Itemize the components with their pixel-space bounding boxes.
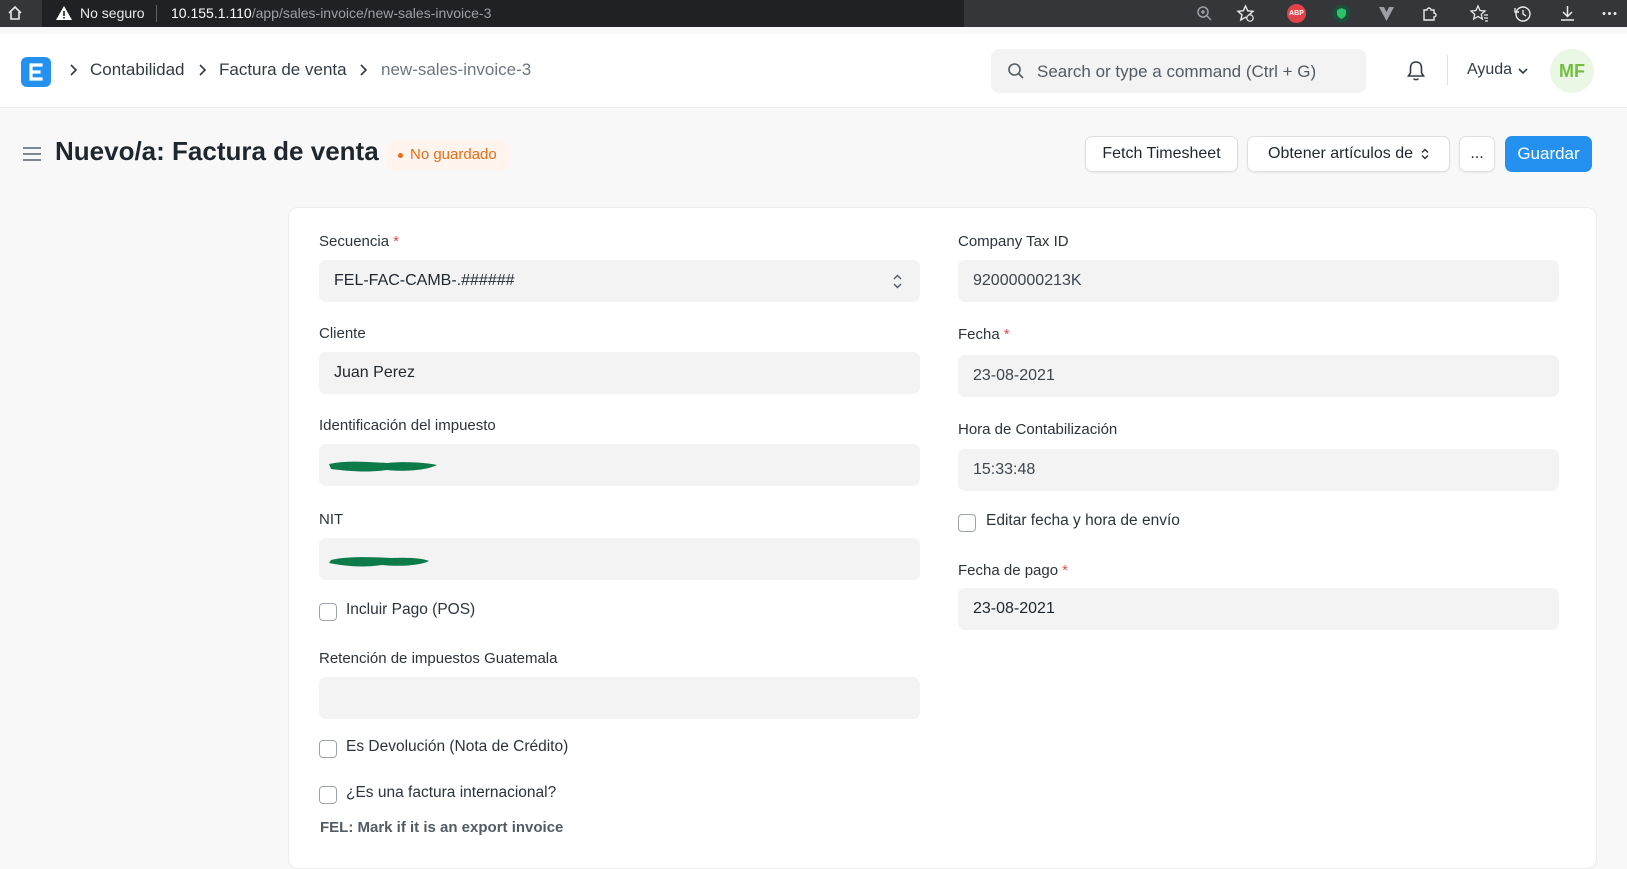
awesome-bar[interactable] <box>991 49 1366 93</box>
required-mark: * <box>1062 562 1068 579</box>
tax-id-field[interactable] <box>319 444 920 486</box>
redaction-mark <box>329 461 437 472</box>
secuencia-label-text: Secuencia <box>319 233 390 250</box>
retencion-field[interactable] <box>319 677 920 719</box>
required-mark: * <box>1003 326 1010 343</box>
favorites-icon[interactable] <box>1469 4 1489 23</box>
chevron-right-icon <box>199 64 207 76</box>
get-items-from-button[interactable]: Obtener artículos de <box>1247 136 1450 172</box>
address-divider <box>156 5 157 22</box>
secuencia-select[interactable]: FEL-FAC-CAMB-.###### <box>319 260 920 302</box>
factura-internacional-label[interactable]: ¿Es una factura internacional? <box>346 784 556 802</box>
es-devolucion-label[interactable]: Es Devolución (Nota de Crédito) <box>346 738 568 756</box>
cliente-label: Cliente <box>319 325 366 342</box>
zoom-icon[interactable] <box>1195 4 1214 23</box>
download-icon[interactable] <box>1558 4 1577 23</box>
sort-arrows-icon <box>1421 148 1429 160</box>
chevron-down-icon[interactable] <box>1517 66 1529 76</box>
breadcrumb-contabilidad[interactable]: Contabilidad <box>90 60 185 80</box>
hora-contabilizacion-field[interactable]: 15:33:48 <box>958 449 1559 491</box>
vue-extension-icon[interactable] <box>1377 4 1396 23</box>
notification-bell-icon[interactable] <box>1405 59 1427 83</box>
factura-internacional-checkbox[interactable] <box>319 786 337 804</box>
fecha-label-text: Fecha <box>958 326 1000 343</box>
home-icon[interactable] <box>6 4 24 22</box>
url-host: 10.155.1.110 <box>171 5 252 21</box>
chevron-right-icon <box>360 64 368 76</box>
hora-contabilizacion-label: Hora de Contabilización <box>958 421 1118 438</box>
warning-icon[interactable] <box>55 4 73 22</box>
nit-field[interactable] <box>319 538 920 580</box>
security-label[interactable]: No seguro <box>80 5 145 21</box>
fecha-pago-field[interactable]: 23-08-2021 <box>958 588 1559 630</box>
page-title: Nuevo/a: Factura de venta <box>55 136 379 166</box>
breadcrumb-factura-de-venta[interactable]: Factura de venta <box>219 60 347 80</box>
incluir-pago-label[interactable]: Incluir Pago (POS) <box>346 601 475 619</box>
breadcrumb-current-document[interactable]: new-sales-invoice-3 <box>381 60 531 80</box>
status-dot <box>398 153 403 158</box>
fel-export-note: FEL: Mark if it is an export invoice <box>320 819 564 836</box>
editar-fecha-label[interactable]: Editar fecha y hora de envío <box>986 512 1180 530</box>
company-tax-id-label: Company Tax ID <box>958 233 1069 250</box>
more-actions-button[interactable]: ... <box>1459 136 1495 172</box>
required-mark: * <box>393 233 399 250</box>
fecha-label: Fecha * <box>958 326 1010 343</box>
fecha-field[interactable]: 23-08-2021 <box>958 355 1559 397</box>
history-icon[interactable] <box>1513 4 1532 23</box>
sidebar-toggle-icon[interactable] <box>22 146 42 162</box>
url-text[interactable]: 10.155.1.110/app/sales-invoice/new-sales… <box>171 5 491 21</box>
fetch-timesheet-button[interactable]: Fetch Timesheet <box>1085 136 1238 172</box>
help-dropdown[interactable]: Ayuda <box>1467 61 1512 79</box>
url-path: /app/sales-invoice/new-sales-invoice-3 <box>251 5 492 21</box>
es-devolucion-checkbox[interactable] <box>319 740 337 758</box>
bookmark-star-icon[interactable] <box>1236 4 1255 23</box>
nit-label: NIT <box>319 511 344 528</box>
save-button[interactable]: Guardar <box>1505 136 1592 172</box>
app-logo[interactable] <box>21 57 51 87</box>
company-tax-id-field[interactable]: 92000000213K <box>958 260 1559 302</box>
secuencia-value: FEL-FAC-CAMB-.###### <box>334 272 515 289</box>
adblock-extension-icon[interactable]: ABP <box>1287 4 1306 23</box>
tax-id-label: Identificación del impuesto <box>319 417 496 434</box>
shield-extension-icon[interactable] <box>1332 4 1351 23</box>
more-menu-icon[interactable] <box>1600 4 1619 23</box>
status-badge: No guardado <box>386 140 509 170</box>
fecha-pago-label: Fecha de pago * <box>958 562 1068 579</box>
status-text: No guardado <box>410 146 497 163</box>
redaction-mark <box>329 557 429 567</box>
search-icon <box>1008 63 1024 79</box>
select-arrows-icon <box>893 274 902 289</box>
browser-toolbar: No seguro 10.155.1.110/app/sales-invoice… <box>0 0 1627 27</box>
secuencia-label: Secuencia * <box>319 233 399 250</box>
editar-fecha-checkbox[interactable] <box>958 514 976 532</box>
incluir-pago-checkbox[interactable] <box>319 603 337 621</box>
avatar[interactable]: MF <box>1550 49 1594 93</box>
fecha-pago-label-text: Fecha de pago <box>958 562 1059 579</box>
search-input[interactable] <box>1035 57 1359 87</box>
get-items-from-label: Obtener artículos de <box>1268 145 1413 162</box>
puzzle-extensions-icon[interactable] <box>1420 4 1439 23</box>
navbar-divider <box>1447 55 1448 85</box>
chevron-right-icon <box>70 64 78 76</box>
retencion-label: Retención de impuestos Guatemala <box>319 650 558 667</box>
cliente-field[interactable]: Juan Perez <box>319 352 920 394</box>
